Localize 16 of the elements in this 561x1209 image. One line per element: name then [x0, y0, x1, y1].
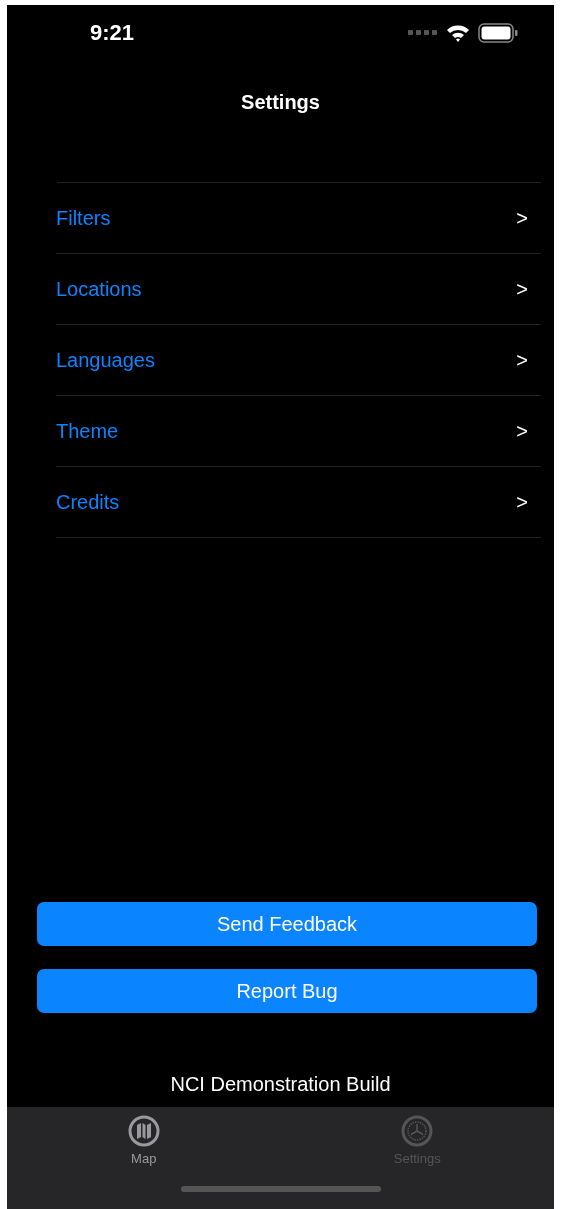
settings-row[interactable]: Theme > — [56, 396, 541, 467]
settings-row[interactable]: Filters > — [56, 183, 541, 254]
settings-row[interactable]: Languages > — [56, 325, 541, 396]
tab-item[interactable]: Map — [7, 1115, 281, 1166]
screen-title: Settings — [241, 91, 320, 114]
signal-icon — [408, 30, 438, 36]
wifi-icon — [446, 24, 470, 42]
status-time: 9:21 — [90, 20, 135, 46]
battery-icon — [478, 23, 518, 43]
build-label: NCI Demonstration Build — [170, 1073, 391, 1095]
action-button[interactable]: Report Bug — [37, 969, 537, 1013]
action-button[interactable]: Send Feedback — [37, 902, 537, 946]
map-icon — [127, 1115, 160, 1147]
settings-icon — [401, 1115, 434, 1147]
settings-row[interactable]: Locations > — [56, 254, 541, 325]
settings-row[interactable]: Credits > — [56, 467, 541, 538]
